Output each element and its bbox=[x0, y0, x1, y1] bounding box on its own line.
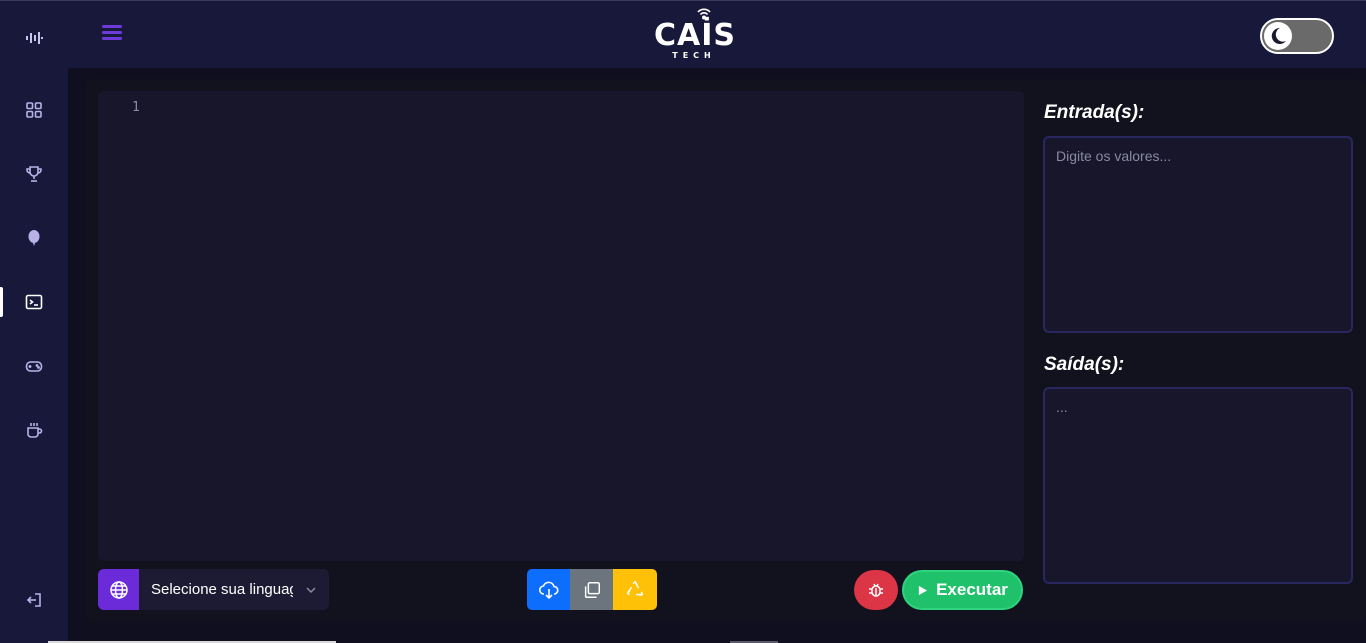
upload-cloud-button[interactable] bbox=[527, 569, 570, 610]
output-title: Saída(s): bbox=[1044, 354, 1125, 375]
output-box: ... bbox=[1043, 387, 1353, 584]
terminal-icon[interactable] bbox=[22, 290, 46, 314]
language-select[interactable]: Selecione sua linguagem bbox=[98, 569, 329, 610]
input-textarea[interactable]: Digite os valores... bbox=[1043, 136, 1353, 333]
output-value: ... bbox=[1056, 399, 1068, 415]
logo-main-text: CAİS bbox=[654, 18, 737, 53]
sidebar bbox=[0, 0, 68, 643]
recycle-button[interactable] bbox=[613, 569, 657, 610]
language-select-label: Selecione sua linguagem bbox=[151, 581, 293, 598]
waveform-icon[interactable] bbox=[22, 26, 46, 50]
dashboard-grid-icon[interactable] bbox=[22, 98, 46, 122]
logout-icon[interactable] bbox=[22, 588, 46, 612]
theme-toggle[interactable] bbox=[1260, 18, 1334, 54]
play-icon bbox=[918, 585, 928, 595]
top-header: CAİS TECH bbox=[68, 0, 1366, 68]
recycle-icon bbox=[626, 580, 644, 596]
copy-icon bbox=[584, 581, 600, 598]
debug-button[interactable] bbox=[854, 570, 898, 610]
cloud-upload-icon bbox=[538, 581, 559, 599]
copy-button[interactable] bbox=[570, 569, 613, 610]
input-title: Entrada(s): bbox=[1044, 102, 1145, 123]
code-editor[interactable]: 1 bbox=[98, 91, 1024, 561]
run-button-label: Executar bbox=[936, 580, 1008, 599]
coffee-cup-icon[interactable] bbox=[22, 418, 46, 442]
hamburger-menu-icon[interactable] bbox=[102, 25, 122, 43]
input-placeholder: Digite os valores... bbox=[1056, 148, 1172, 164]
moon-icon bbox=[1264, 22, 1292, 50]
sidebar-active-indicator bbox=[0, 287, 3, 317]
gamepad-icon[interactable] bbox=[22, 354, 46, 378]
app-root: CAİS TECH 1 Selecione sua linguagem bbox=[0, 0, 1366, 643]
cais-tech-logo[interactable]: CAİS TECH bbox=[654, 7, 737, 67]
run-button[interactable]: Executar bbox=[902, 570, 1023, 610]
trophy-icon[interactable] bbox=[22, 162, 46, 186]
bug-icon bbox=[869, 583, 883, 597]
chevron-down-icon bbox=[293, 569, 329, 610]
line-number: 1 bbox=[132, 100, 140, 115]
balloon-icon[interactable] bbox=[22, 226, 46, 250]
globe-icon bbox=[98, 569, 139, 610]
